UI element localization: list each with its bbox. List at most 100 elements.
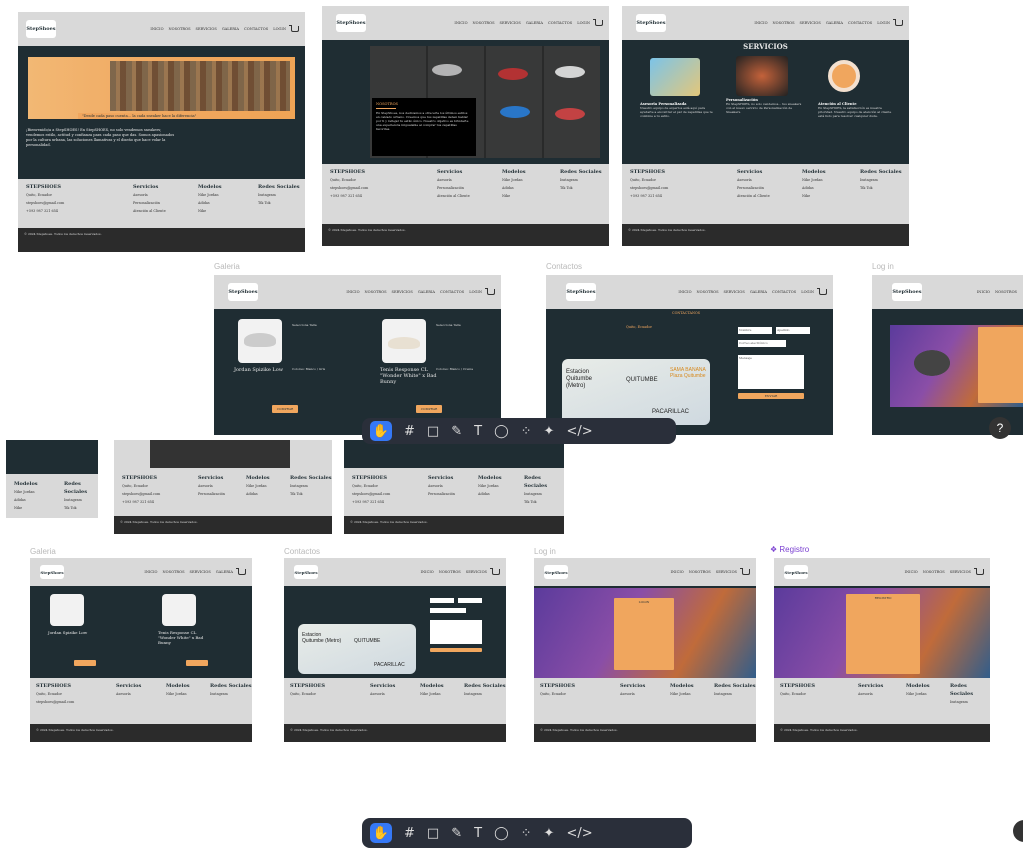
cart-icon[interactable] [289, 25, 299, 32]
product-image-jordan[interactable] [238, 319, 282, 363]
nav-contactos[interactable]: CONTACTOS [244, 27, 268, 31]
send-button[interactable] [430, 648, 482, 652]
frame-partial-b[interactable]: STEPSHOES Quito, Ecuador stepshoes@gmail.c… [114, 440, 332, 534]
frame-partial-c[interactable]: STEPSHOES Quito, Ecuador stepshoes@gmail.c… [344, 440, 564, 534]
frame-title-galeria: Galeria [214, 262, 240, 271]
navbar: StepShoes INICIO NOSOTROS SERVICIOS GALERIA… [18, 12, 305, 46]
dev-mode-icon[interactable]: </> [566, 827, 592, 840]
actions-icon[interactable]: ✦ [544, 827, 555, 840]
logo[interactable]: StepShoes [892, 283, 922, 301]
apellido-field[interactable] [458, 598, 482, 603]
text-icon[interactable]: T [474, 425, 482, 438]
help-button-bottom[interactable] [1013, 820, 1023, 842]
cart-icon[interactable] [485, 288, 495, 295]
tools-toolbar: ✋ # □ ✎ T ◯ ⁘ ✦ </> [362, 418, 676, 444]
components-icon[interactable]: ⁘ [521, 425, 532, 438]
cart-icon[interactable] [593, 19, 603, 26]
footer: STEPSHOES Quito, Ecuador stepshoes@gmail.c… [622, 164, 909, 246]
product-image-response[interactable] [382, 319, 426, 363]
footer: STEPSHOES Quito, Ecuador stepshoes@gmail.c… [322, 164, 609, 246]
logo[interactable]: StepShoes [40, 565, 64, 579]
buy-button[interactable]: COMPRAR [272, 405, 298, 413]
rectangle-icon[interactable]: □ [427, 827, 439, 840]
comment-icon[interactable]: ◯ [494, 425, 509, 438]
logo[interactable]: StepShoes [336, 14, 366, 32]
nav-login[interactable]: LOGIN [273, 27, 286, 31]
rectangle-icon[interactable]: □ [427, 425, 439, 438]
frame-nosotros[interactable]: StepShoes INICIO NOSOTROS SERVICIOS GALERIA… [322, 6, 609, 246]
frame-servicios[interactable]: StepShoes INICIO NOSOTROS SERVICIOS GALERIA… [622, 6, 909, 246]
logo[interactable]: StepShoes [544, 565, 568, 579]
frame-icon[interactable]: # [404, 827, 415, 840]
pen-icon[interactable]: ✎ [451, 425, 462, 438]
frame-login-partial[interactable]: StepShoes INICIO NOSOTROS [872, 275, 1023, 435]
help-button[interactable]: ? [989, 417, 1011, 439]
navbar: StepShoes INICIO NOSOTROS SERVICIOS GALERIA… [214, 275, 501, 309]
apellido-field[interactable]: Apellido [776, 327, 810, 334]
frame-partial-a[interactable]: Modelos Nike Jordan Adidas Nike Redes Socia… [6, 440, 98, 518]
message-field[interactable] [430, 620, 482, 644]
dev-mode-icon[interactable]: </> [566, 425, 592, 438]
message-field[interactable]: Mensaje [738, 355, 804, 389]
frame-title-contactos: Contactos [546, 262, 583, 271]
comment-icon[interactable]: ◯ [494, 827, 509, 840]
frame-login-2[interactable]: StepShoes INICIO NOSOTROS SERVICIOS LOGIN S… [534, 558, 756, 742]
frame-galeria[interactable]: StepShoes INICIO NOSOTROS SERVICIOS GALERIA… [214, 275, 501, 435]
logo[interactable]: StepShoes [566, 283, 596, 301]
cart-icon[interactable] [817, 288, 827, 295]
servicios-title: SERVICIOS [743, 42, 788, 51]
product-image[interactable] [50, 594, 84, 626]
email-field[interactable]: Correo electrónico [738, 340, 786, 347]
nav-nosotros[interactable]: NOSOTROS [169, 27, 191, 31]
navbar: StepShoes INICIO NOSOTROS SERVICIOS GALERIA… [622, 6, 909, 40]
buy-button[interactable]: COMPRAR [416, 405, 442, 413]
components-icon[interactable]: ⁘ [521, 827, 532, 840]
logo[interactable]: StepShoes [228, 283, 258, 301]
map[interactable]: Estacion Quitumbe (Metro) QUITUMBE SAMA … [562, 359, 710, 425]
tools-toolbar-bottom: ✋ # □ ✎ T ◯ ⁘ ✦ </> [362, 818, 692, 848]
buy-button[interactable] [186, 660, 208, 666]
hand-icon[interactable]: ✋ [370, 823, 392, 843]
cart-icon[interactable] [893, 19, 903, 26]
atencion-image [828, 60, 860, 92]
footer: STEPSHOES Quito, Ecuador stepshoes@gmail.c… [18, 179, 305, 252]
cart-icon[interactable] [740, 568, 750, 575]
navbar: StepShoes INICIO NOSOTROS SERVICIOS GALERIA… [322, 6, 609, 40]
logo[interactable]: StepShoes [636, 14, 666, 32]
nombre-field[interactable] [430, 598, 454, 603]
nav-servicios[interactable]: SERVICIOS [196, 27, 217, 31]
cart-icon[interactable] [974, 568, 984, 575]
product-name: Jordan Spizike Low [234, 367, 284, 373]
hand-icon[interactable]: ✋ [370, 421, 392, 441]
logo[interactable]: StepShoes [784, 565, 808, 579]
hero-slogan: "Desde cada paso cuenta... la cada sneak… [78, 113, 201, 119]
frame-icon[interactable]: # [404, 425, 415, 438]
actions-icon[interactable]: ✦ [544, 425, 555, 438]
logo[interactable]: StepShoes [294, 565, 318, 579]
frame-contactos-2[interactable]: StepShoes INICIO NOSOTROS SERVICIOS Estacio… [284, 558, 506, 742]
frame-registro[interactable]: StepShoes INICIO NOSOTROS SERVICIOS REGISTR… [774, 558, 990, 742]
login-form[interactable] [978, 327, 1023, 403]
frame-title-registro: ❖ Registro [770, 545, 810, 554]
nav-galeria[interactable]: GALERIA [222, 27, 239, 31]
cart-icon[interactable] [236, 568, 246, 575]
frame-contactos[interactable]: StepShoes INICIO NOSOTROS SERVICIOS GALERIA… [546, 275, 833, 435]
frame-galeria-2[interactable]: StepShoes INICIO NOSOTROS SERVICIOS GALERIA … [30, 558, 252, 742]
send-button[interactable]: ENVIAR [738, 393, 804, 399]
logo[interactable]: StepShoes [26, 20, 56, 38]
asesoria-image [650, 58, 700, 96]
nav-inicio[interactable]: INICIO [150, 27, 163, 31]
pen-icon[interactable]: ✎ [451, 827, 462, 840]
intro-text: ¡Bienvenido/a a StepSHOES! En StepSHOES,… [26, 128, 175, 147]
login-form[interactable]: LOGIN [614, 598, 674, 670]
cart-icon[interactable] [490, 568, 500, 575]
product-image[interactable] [162, 594, 196, 626]
email-field[interactable] [430, 608, 466, 613]
nombre-field[interactable]: Nombre [738, 327, 772, 334]
map[interactable]: Estacion Quitumbe (Metro) QUITUMBE PACAR… [298, 624, 416, 674]
frame-home[interactable]: StepShoes INICIO NOSOTROS SERVICIOS GALERIA… [18, 12, 305, 252]
registro-form[interactable]: REGISTRO [846, 594, 920, 674]
buy-button[interactable] [74, 660, 96, 666]
copyright: © 2024 Stepshoes. Todos los derechos res… [18, 228, 305, 252]
text-icon[interactable]: T [474, 827, 482, 840]
